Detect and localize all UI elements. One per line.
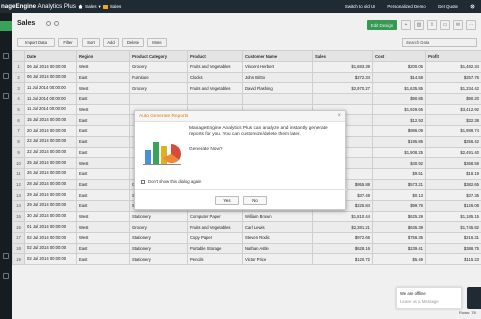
dialog-body: ManageEngine Analytics Plus can analyze … (135, 122, 347, 174)
dialog-message: ManageEngine Analytics Plus can analyze … (189, 126, 328, 138)
get-quote-link[interactable]: Get Quote (438, 4, 458, 9)
breadcrumb-workspace[interactable]: Sales (85, 4, 97, 9)
brand-name: nageEngine (1, 3, 37, 10)
dont-show-again-checkbox[interactable]: Don't show this dialog again (141, 179, 201, 184)
chat-status: We are offline (400, 291, 426, 296)
yes-button[interactable]: Yes (215, 196, 239, 205)
no-button[interactable]: No (243, 196, 267, 205)
settings-icon[interactable] (3, 253, 9, 259)
explorer-icon[interactable] (3, 53, 9, 59)
dialog-title: Auto Generate Reports (135, 111, 345, 122)
left-sidebar (0, 13, 12, 319)
dialog-question: Generate Now? (189, 147, 223, 152)
switch-old-ui-link[interactable]: Switch to old UI (345, 4, 376, 9)
personalized-demo-link[interactable]: Personalized Demo (387, 4, 425, 9)
chat-widget[interactable]: We are offline Leave us a Message (396, 287, 462, 309)
dialog-footer: Yes No (135, 189, 347, 211)
recent-icon[interactable] (3, 73, 9, 79)
row-count: Rows: 78 (459, 310, 476, 315)
checkbox-box[interactable] (141, 179, 145, 184)
app-header: nageEngine Analytics Plus Sales ▾ Sales … (0, 0, 481, 13)
brand-logo[interactable]: nageEngine Analytics Plus (0, 3, 78, 10)
close-icon[interactable]: × (337, 113, 341, 119)
gear-icon[interactable] (470, 4, 475, 9)
reports-chart-icon (143, 142, 181, 165)
sidebar-item-workspace[interactable] (0, 21, 12, 31)
tab-sales[interactable]: Sales (110, 4, 122, 9)
checkbox-label: Don't show this dialog again (148, 179, 202, 184)
header-links: Switch to old UI Personalized Demo Get Q… (345, 4, 481, 9)
favorites-icon[interactable] (3, 93, 9, 99)
help-icon[interactable] (3, 273, 9, 279)
chat-icon[interactable] (467, 287, 481, 309)
chat-leave-message[interactable]: Leave us a Message (400, 299, 458, 304)
auto-generate-dialog: Auto Generate Reports × ManageEngine Ana… (134, 110, 347, 211)
home-icon[interactable] (78, 4, 83, 9)
brand-product: Analytics Plus (36, 3, 76, 10)
chevron-down-icon[interactable]: ▾ (99, 4, 101, 10)
table-icon (102, 4, 108, 9)
breadcrumb: Sales ▾ Sales (78, 4, 121, 10)
